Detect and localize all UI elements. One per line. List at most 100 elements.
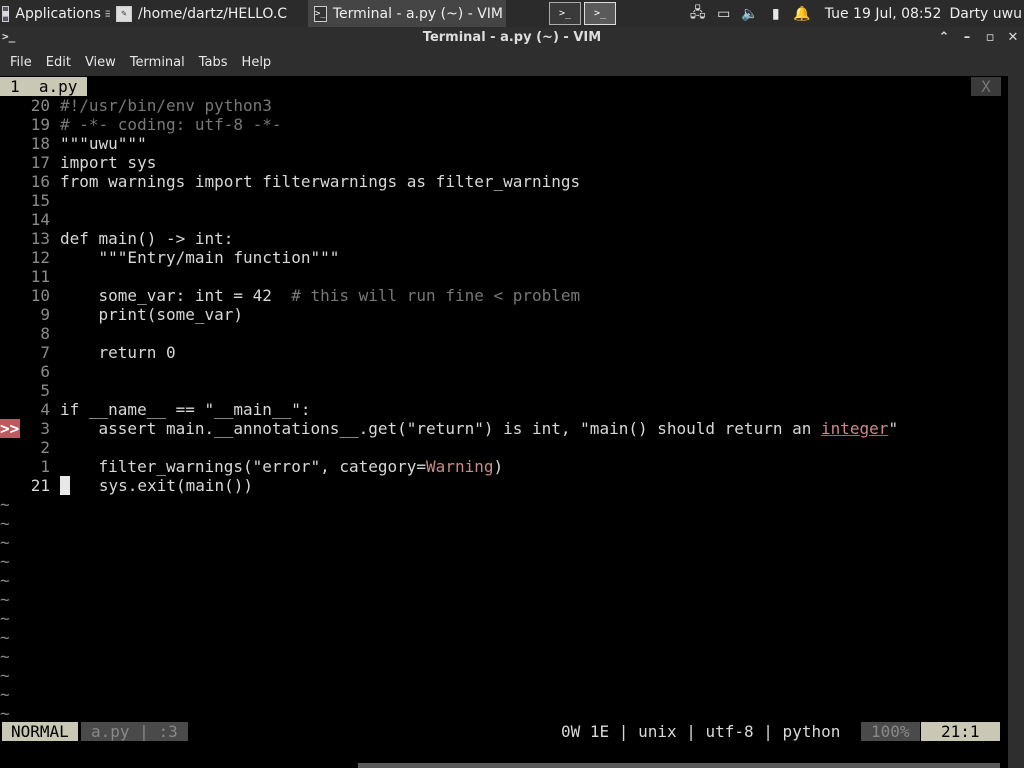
code-text: assert main.__annotations__.get("return"… (60, 419, 821, 438)
window-titlebar[interactable]: >_ Terminal - a.py (~) - VIM ⌃ – ▫ ✕ (0, 27, 1024, 49)
code-line[interactable]: 6 (0, 362, 60, 381)
menu-tabs[interactable]: Tabs (193, 55, 234, 70)
sign-column (0, 267, 20, 286)
volume-icon[interactable]: 🔈 (740, 4, 760, 24)
code-line[interactable]: 20 #!/usr/bin/env python3 (0, 96, 272, 115)
code-line[interactable]: 12 """Entry/main function""" (0, 248, 340, 267)
task-hello-c[interactable]: ✎ /home/dartz/HELLO.C (110, 0, 308, 27)
empty-line-tilde: ~ (0, 685, 10, 704)
applications-icon: ▦ (2, 5, 10, 22)
menu-help[interactable]: Help (236, 55, 278, 70)
vim-status-percent: 100% (861, 722, 920, 741)
workspace-button-2[interactable]: >_ (584, 2, 616, 25)
code-line[interactable]: 2 (0, 438, 60, 457)
battery-icon[interactable]: ▮ (766, 4, 786, 24)
notification-bell-icon[interactable]: 🔔 (792, 4, 812, 24)
network-icon[interactable]: 🖧 (688, 4, 708, 24)
code-line[interactable]: 10 some_var: int = 42 # this will run fi… (0, 286, 580, 305)
menu-terminal[interactable]: Terminal (124, 55, 191, 70)
code-line[interactable]: 7 return 0 (0, 343, 176, 362)
vim-tab-a-py[interactable]: 1 a.py (0, 77, 88, 96)
code-line[interactable]: 8 (0, 324, 60, 343)
maximize-icon[interactable]: ▫ (981, 29, 999, 47)
task-hello-c-label: /home/dartz/HELLO.C (138, 5, 288, 22)
vim-mode: NORMAL (2, 722, 78, 741)
task-terminal-vim[interactable]: >_ Terminal - a.py (~) - VIM (308, 0, 506, 27)
code-line[interactable]: 18 """uwu""" (0, 134, 147, 153)
sign-column (0, 476, 20, 495)
sign-column (0, 400, 20, 419)
code-line[interactable]: 11 (0, 267, 60, 286)
menu-view[interactable]: View (79, 55, 122, 70)
code-text: some_var: int = 42 (60, 286, 292, 305)
status-line-info: :3 (158, 722, 178, 741)
line-number: 1 (40, 457, 50, 476)
code-line[interactable]: 9 print(some_var) (0, 305, 243, 324)
code-tail: " (888, 419, 899, 438)
line-number: 15 (30, 191, 50, 210)
text-editor-icon: ✎ (116, 5, 132, 22)
vim-status-file: a.py | :3 (81, 722, 188, 741)
vim-statusline: NORMAL a.py | :3 0W 1E | unix | utf-8 | … (0, 722, 1008, 741)
minimize-icon[interactable]: – (958, 29, 976, 47)
display-icon[interactable]: ▭ (714, 4, 734, 24)
vim-tabline: 1 a.py X (0, 77, 1008, 96)
code-text: """uwu""" (60, 134, 147, 153)
empty-line-tilde: ~ (0, 514, 10, 533)
vim-tab-close[interactable]: X (971, 77, 1001, 96)
sign-column (0, 305, 20, 324)
line-number: 14 (30, 210, 50, 229)
line-number: 3 (40, 419, 50, 438)
code-line[interactable]: 19 # -*- coding: utf-8 -*- (0, 115, 282, 134)
vertical-scrollbar[interactable] (1008, 76, 1024, 768)
applications-label: Applications (15, 5, 101, 22)
vim-status-info: 0W 1E | unix | utf-8 | python (561, 722, 841, 741)
error-sign-icon: >> (0, 419, 20, 438)
code-line[interactable]: 5 (0, 381, 60, 400)
window-title: Terminal - a.py (~) - VIM (422, 30, 602, 45)
workspace-button-1[interactable]: >_ (549, 2, 581, 25)
sign-column (0, 191, 20, 210)
sign-column (0, 134, 20, 153)
code-text: filter_warnings("error", category= (60, 457, 427, 476)
code-text: import sys (60, 153, 157, 172)
terminal-icon: >_ (314, 5, 327, 22)
code-line[interactable]: 4 if __name__ == "__main__": (0, 400, 310, 419)
user-menu[interactable]: Darty uwu (949, 0, 1024, 27)
empty-line-tilde: ~ (0, 552, 10, 571)
code-text: #!/usr/bin/env python3 (60, 96, 272, 115)
code-line[interactable]: 13 def main() -> int: (0, 229, 234, 248)
line-number: 6 (40, 362, 50, 381)
code-text: sys.exit(main()) (70, 476, 254, 495)
maximize-up-icon[interactable]: ⌃ (935, 29, 953, 47)
menu-file[interactable]: File (4, 55, 38, 70)
terminal-area[interactable]: 1 a.py X 20 #!/usr/bin/env python3 19 # -*-… (0, 76, 1008, 768)
vim-status-position: 21:1 (921, 722, 1000, 741)
warning-class-name: Warning (426, 457, 494, 476)
line-number: 5 (40, 381, 50, 400)
code-text: # -*- coding: utf-8 -*- (60, 115, 282, 134)
line-number: 18 (30, 134, 50, 153)
code-comment: # this will run fine < problem (291, 286, 581, 305)
clock[interactable]: Tue 19 Jul, 08:52 (815, 0, 950, 27)
code-text: return 0 (60, 343, 176, 362)
code-line[interactable]: 16 from warnings import filterwarnings as… (0, 172, 580, 191)
code-line[interactable]: >> 3 assert main.__annotations__.get("ret… (0, 419, 898, 438)
code-line[interactable]: 21 sys.exit(main()) (0, 476, 253, 495)
sign-column (0, 286, 20, 305)
empty-line-tilde: ~ (0, 628, 10, 647)
applications-menu[interactable]: ▦ Applications ≡ (0, 0, 110, 27)
sign-column (0, 438, 20, 457)
sign-column (0, 210, 20, 229)
line-number: 9 (40, 305, 50, 324)
horizontal-scrollbar-thumb[interactable] (358, 763, 1000, 768)
code-line[interactable]: 1 filter_warnings("error", category=Warn… (0, 457, 503, 476)
task-terminal-vim-label: Terminal - a.py (~) - VIM (332, 5, 504, 22)
code-text: def main() -> int: (60, 229, 234, 248)
menu-edit[interactable]: Edit (40, 55, 77, 70)
close-icon[interactable]: ✕ (1004, 29, 1022, 47)
code-line[interactable]: 14 (0, 210, 60, 229)
sign-column (0, 362, 20, 381)
code-line[interactable]: 17 import sys (0, 153, 157, 172)
code-line[interactable]: 15 (0, 191, 60, 210)
